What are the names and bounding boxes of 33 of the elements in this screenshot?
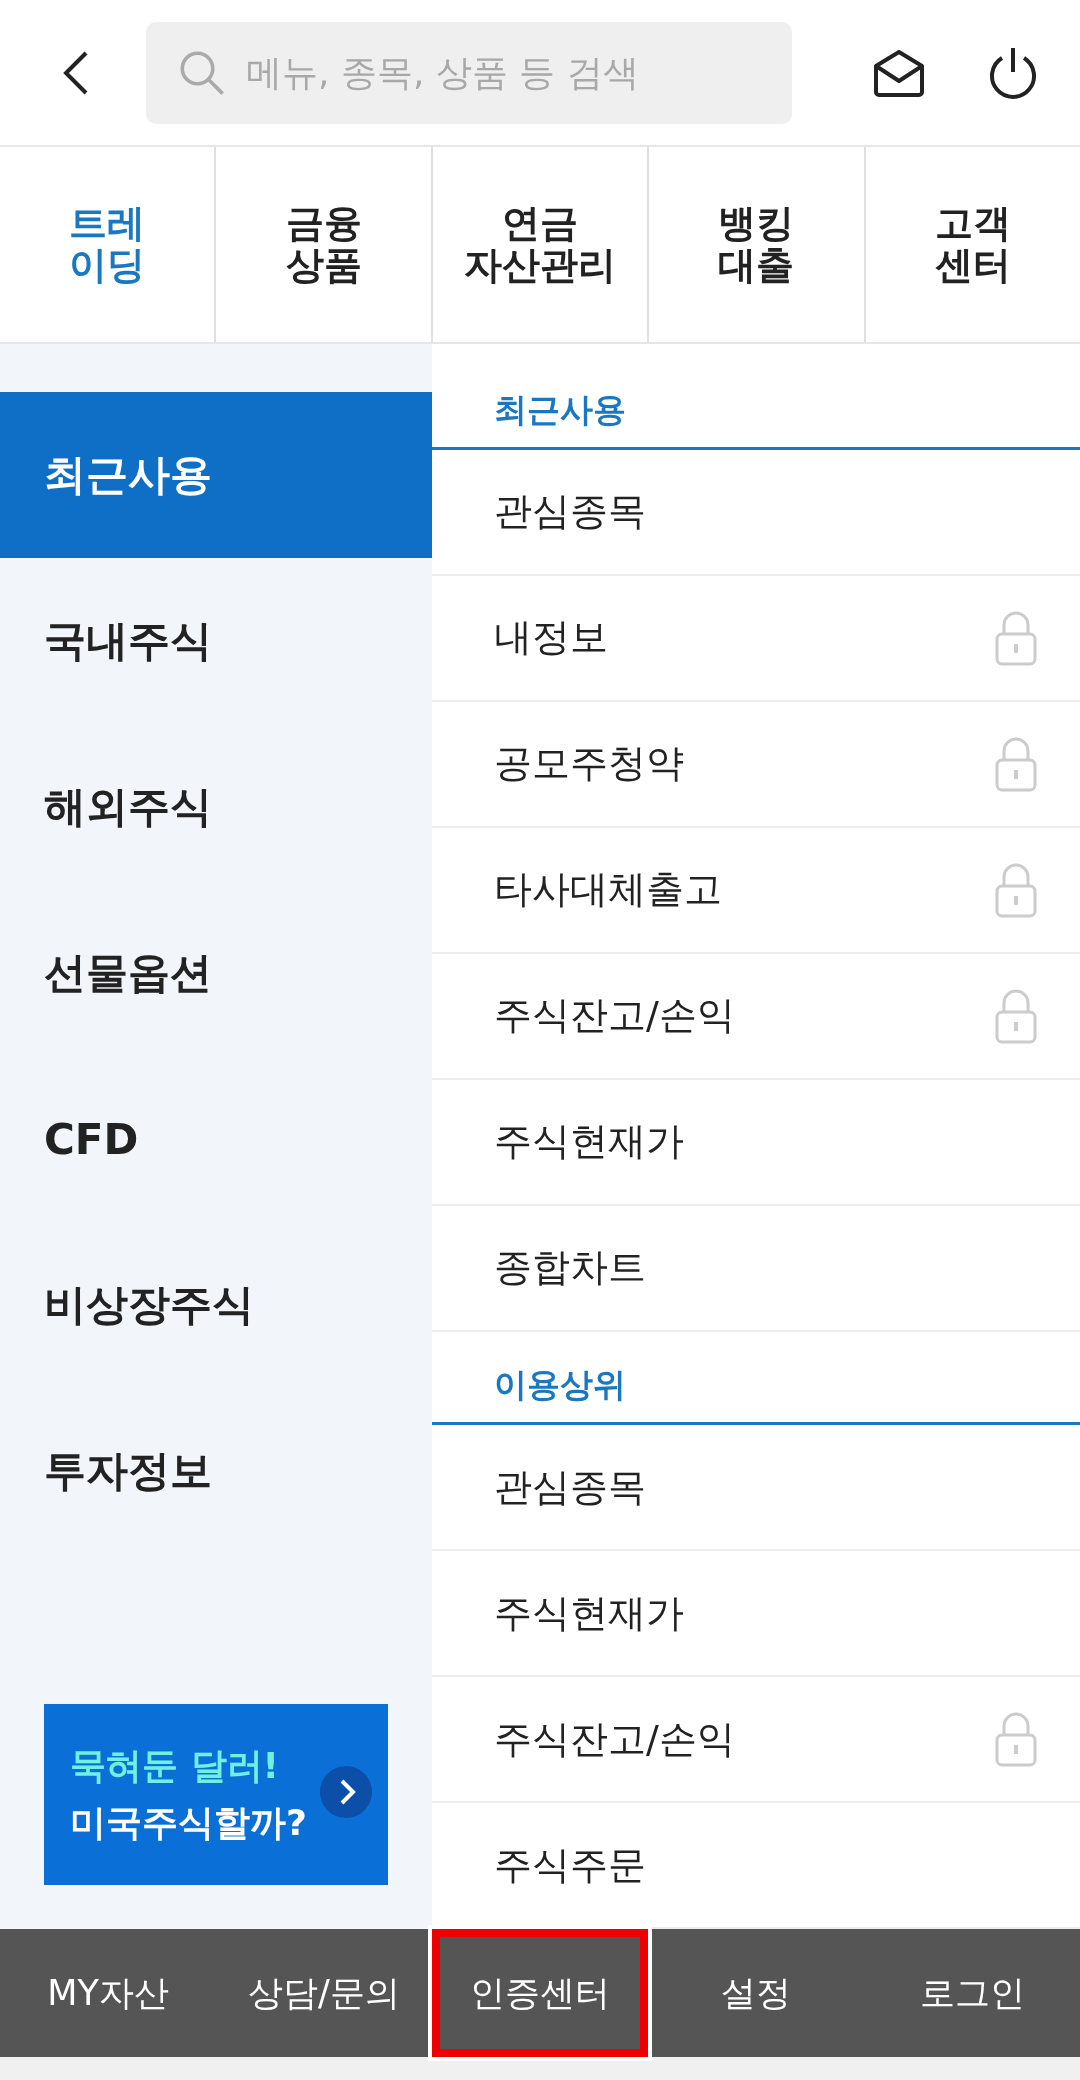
lock-icon xyxy=(994,1711,1038,1767)
menu-item[interactable]: 관심종목 xyxy=(432,449,1080,576)
banner-text: 묵혀둔 달러! xyxy=(70,1743,280,1788)
lock-icon xyxy=(994,987,1038,1044)
lock-icon xyxy=(994,861,1038,918)
lock-icon xyxy=(994,735,1038,792)
menu-item[interactable]: 관심종목 xyxy=(432,1425,1080,1551)
bottom-bar-item[interactable]: 로그인 xyxy=(864,1929,1080,2057)
lock-icon xyxy=(994,609,1038,666)
chevron-icon xyxy=(320,1766,372,1818)
menu-item[interactable]: 종합차트 xyxy=(432,1205,1080,1332)
menu-item[interactable]: 내정보 xyxy=(432,575,1080,702)
sidebar-item[interactable]: 최근사용 xyxy=(0,392,432,558)
section-title: 최근사용 xyxy=(432,384,1080,450)
bottom-bar-item[interactable]: 상담/문의 xyxy=(216,1929,432,2057)
sidebar-item[interactable]: 투자정보 xyxy=(0,1388,432,1554)
sidebar-item[interactable]: 비상장주식 xyxy=(0,1222,432,1388)
search-field[interactable]: 메뉴, 종목, 상품 등 검색 xyxy=(146,21,792,124)
sidebar-item[interactable]: 국내주식 xyxy=(0,558,432,724)
bottom-bar-item[interactable]: 설정 xyxy=(648,1929,864,2057)
promo-banner[interactable]: 묵혀둔 달러! 미국주식할까? xyxy=(44,1704,388,1885)
sidebar-item[interactable]: CFD xyxy=(0,1056,432,1222)
sidebar-item[interactable]: 선물옵션 xyxy=(0,890,432,1056)
section-title: 이용상위 xyxy=(432,1359,1080,1425)
menu-item[interactable]: 주식현재가 xyxy=(432,1551,1080,1677)
bottom-bar-item[interactable]: MY자산 xyxy=(0,1929,216,2057)
menu-item[interactable]: 타사대체출고 xyxy=(432,827,1080,954)
menu-item[interactable]: 주식현재가 xyxy=(432,1079,1080,1206)
menu-item[interactable]: 주식잔고/손익 xyxy=(432,953,1080,1080)
banner-text: 미국주식할까? xyxy=(70,1800,308,1845)
menu-item[interactable]: 주식잔고/손익 xyxy=(432,1677,1080,1803)
menu-item[interactable]: 공모주청약 xyxy=(432,701,1080,828)
sidebar-item[interactable]: 해외주식 xyxy=(0,724,432,890)
